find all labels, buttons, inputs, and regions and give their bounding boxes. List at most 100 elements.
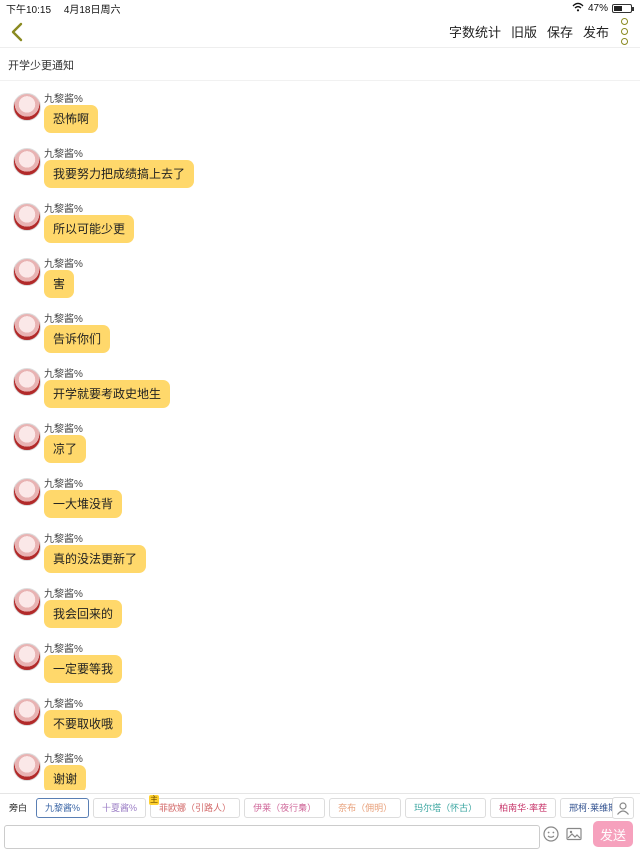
status-left: 下午10:15 4月18日周六 <box>6 1 131 16</box>
story-title[interactable]: 开学少更通知 <box>0 49 640 81</box>
message-sender: 九黎酱% <box>44 479 83 490</box>
old-version-button[interactable]: 旧版 <box>511 22 537 41</box>
role-chip[interactable]: 伊莱（夜行梟） <box>244 797 326 818</box>
save-button[interactable]: 保存 <box>547 22 573 41</box>
owner-badge: 主 <box>149 794 160 805</box>
more-menu-icon[interactable] <box>619 18 630 45</box>
role-chip[interactable]: 主菲欧娜（引路人） <box>149 794 241 818</box>
role-chip[interactable]: 旁白 <box>4 797 33 818</box>
avatar[interactable] <box>13 368 41 396</box>
status-time: 下午10:15 <box>6 4 52 16</box>
role-chip[interactable]: 十夏酱% <box>93 797 147 818</box>
chat-message[interactable]: 九黎酱% 害 <box>0 255 640 310</box>
publish-button[interactable]: 发布 <box>583 22 609 41</box>
nav-actions: 字数统计 旧版 保存 发布 <box>449 18 630 45</box>
message-sender: 九黎酱% <box>44 534 83 545</box>
image-button[interactable] <box>565 825 583 843</box>
avatar[interactable] <box>13 313 41 341</box>
role-chip-label: 旁白 <box>9 803 28 813</box>
avatar[interactable] <box>13 258 41 286</box>
avatar[interactable] <box>13 588 41 616</box>
message-bubble[interactable]: 开学就要考政史地生 <box>44 380 171 408</box>
chat-message[interactable]: 九黎酱% 所以可能少更 <box>0 200 640 255</box>
battery-percent: 47% <box>587 2 608 14</box>
message-bubble[interactable]: 所以可能少更 <box>44 215 135 243</box>
message-sender: 九黎酱% <box>44 204 83 215</box>
message-bubble[interactable]: 一定要等我 <box>44 655 123 683</box>
message-bubble[interactable]: 真的没法更新了 <box>44 545 147 573</box>
wifi-icon <box>572 2 584 15</box>
story-title-text: 开学少更通知 <box>8 59 74 72</box>
back-button[interactable] <box>2 16 32 48</box>
message-sender: 九黎酱% <box>44 149 83 160</box>
avatar[interactable] <box>13 643 41 671</box>
avatar[interactable] <box>13 753 41 781</box>
message-sender: 九黎酱% <box>44 644 83 655</box>
send-button[interactable]: 发送 <box>593 821 633 847</box>
status-date: 4月18日周六 <box>63 4 121 16</box>
message-bubble[interactable]: 一大堆没背 <box>44 490 123 518</box>
chat-message[interactable]: 九黎酱% 恐怖啊 <box>0 90 640 145</box>
status-bar: 下午10:15 4月18日周六 47% <box>0 0 640 16</box>
role-chip-label: 柏南华·率茬 <box>499 803 548 813</box>
avatar[interactable] <box>13 533 41 561</box>
role-chip-label: 奈布（佣明） <box>338 803 393 813</box>
role-chip-label: 九黎酱% <box>45 803 81 813</box>
chat-message[interactable]: 九黎酱% 不要取收哦 <box>0 695 640 750</box>
role-chip-label: 玛尔塔（怀古） <box>414 803 478 813</box>
person-icon <box>617 802 629 815</box>
message-sender: 九黎酱% <box>44 754 83 765</box>
message-input[interactable] <box>4 825 540 849</box>
chat-message[interactable]: 九黎酱% 凉了 <box>0 420 640 475</box>
message-sender: 九黎酱% <box>44 424 83 435</box>
chat-message[interactable]: 九黎酱% 我要努力把成绩搞上去了 <box>0 145 640 200</box>
role-chip-label: 菲欧娜（引路人） <box>159 803 232 813</box>
message-bubble[interactable]: 谢谢 <box>44 765 87 790</box>
message-bubble[interactable]: 我要努力把成绩搞上去了 <box>44 160 195 188</box>
chat-message[interactable]: 九黎酱% 一定要等我 <box>0 640 640 695</box>
chat-message[interactable]: 九黎酱% 告诉你们 <box>0 310 640 365</box>
smiley-icon <box>543 826 559 842</box>
role-chip-label: 邢柯·莱维斯 <box>569 803 618 813</box>
chat-message[interactable]: 九黎酱% 真的没法更新了 <box>0 530 640 585</box>
chat-message[interactable]: 九黎酱% 谢谢 <box>0 750 640 790</box>
avatar[interactable] <box>13 698 41 726</box>
status-right: 47% <box>572 2 634 15</box>
message-sender: 九黎酱% <box>44 699 83 710</box>
add-role-button[interactable] <box>612 797 634 819</box>
message-sender: 九黎酱% <box>44 94 83 105</box>
message-sender: 九黎酱% <box>44 314 83 325</box>
image-icon <box>566 827 582 841</box>
chevron-left-icon <box>11 22 23 41</box>
message-sender: 九黎酱% <box>44 589 83 600</box>
message-bubble[interactable]: 凉了 <box>44 435 87 463</box>
avatar[interactable] <box>13 93 41 121</box>
message-bubble[interactable]: 恐怖啊 <box>44 105 99 133</box>
role-chip[interactable]: 九黎酱% <box>36 797 90 818</box>
word-count-button[interactable]: 字数统计 <box>449 22 501 41</box>
chat-message[interactable]: 九黎酱% 一大堆没背 <box>0 475 640 530</box>
role-chip-label: 十夏酱% <box>102 803 138 813</box>
message-bubble[interactable]: 害 <box>44 270 75 298</box>
chat-message[interactable]: 九黎酱% 开学就要考政史地生 <box>0 365 640 420</box>
avatar[interactable] <box>13 423 41 451</box>
message-bubble[interactable]: 我会回来的 <box>44 600 123 628</box>
message-bubble[interactable]: 告诉你们 <box>44 325 111 353</box>
role-chip-label: 伊莱（夜行梟） <box>253 803 317 813</box>
role-chip[interactable]: 玛尔塔（怀古） <box>405 797 487 818</box>
avatar[interactable] <box>13 478 41 506</box>
message-sender: 九黎酱% <box>44 259 83 270</box>
chat-message[interactable]: 九黎酱% 我会回来的 <box>0 585 640 640</box>
message-sender: 九黎酱% <box>44 369 83 380</box>
role-chip[interactable]: 柏南华·率茬 <box>490 797 557 818</box>
nav-bar: 字数统计 旧版 保存 发布 <box>0 16 640 48</box>
avatar[interactable] <box>13 203 41 231</box>
chat-list[interactable]: 九黎酱% 恐怖啊 九黎酱% 我要努力把成绩搞上去了 九黎酱% 所以可能少更 九黎酱% 害九黎酱… <box>0 82 640 790</box>
emoji-button[interactable] <box>542 825 560 843</box>
message-bubble[interactable]: 不要取收哦 <box>44 710 123 738</box>
role-selector-bar: 旁白 九黎酱% 十夏酱% 主菲欧娜（引路人） 伊莱（夜行梟） 奈布（佣明） 玛尔塔（怀古） 柏… <box>0 793 640 821</box>
battery-icon <box>612 3 634 13</box>
role-chip[interactable]: 奈布（佣明） <box>329 797 402 818</box>
avatar[interactable] <box>13 148 41 176</box>
battery-fill <box>614 5 622 11</box>
